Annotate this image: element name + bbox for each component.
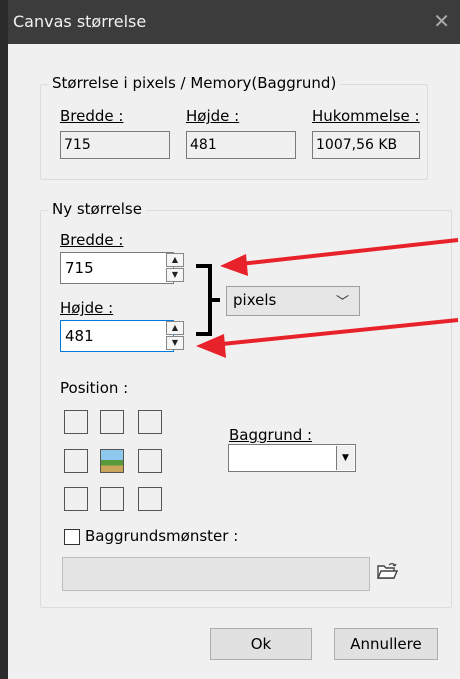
current-width-field: 715 [60,131,170,159]
spin-up-icon[interactable]: ▲ [166,321,184,335]
current-height-field: 481 [186,131,296,159]
position-bottom-center[interactable] [100,487,124,511]
current-size-legend: Størrelse i pixels / Memory(Baggrund) [48,74,341,92]
canvas-size-dialog: Canvas størrelse ✕ Størrelse i pixels / … [8,0,460,679]
chevron-down-icon: ﹀ [335,295,349,310]
dropdown-arrow-icon[interactable]: ▼ [336,446,354,470]
position-label: Position : [60,379,129,397]
unit-select[interactable]: pixels ﹀ [226,286,360,316]
cancel-button[interactable]: Annullere [334,628,438,660]
new-width-input[interactable]: 715 [60,252,174,284]
new-height-input[interactable]: 481 [60,320,174,352]
spin-down-icon[interactable]: ▼ [166,336,184,350]
ok-button[interactable]: Ok [210,628,312,660]
background-label: Baggrund : [229,426,313,444]
position-middle-right[interactable] [138,449,162,473]
background-select[interactable]: ▼ [228,444,356,472]
window-title: Canvas størrelse [13,12,147,31]
current-width-label: Bredde : [60,107,124,125]
open-folder-icon[interactable] [376,562,399,587]
position-middle-left[interactable] [64,449,88,473]
pattern-path-field[interactable] [62,557,370,591]
position-center-image-icon[interactable] [100,449,124,473]
position-bottom-right[interactable] [138,487,162,511]
position-top-left[interactable] [64,410,88,434]
spin-down-icon[interactable]: ▼ [166,268,184,282]
new-width-spinner[interactable]: ▲ ▼ [166,253,186,283]
current-height-label: Højde : [186,107,240,125]
title-bar: Canvas størrelse ✕ [8,0,460,44]
close-icon[interactable]: ✕ [433,9,450,33]
position-bottom-left[interactable] [64,487,88,511]
new-height-label: Højde : [60,299,114,317]
pattern-label: Baggrundsmønster : [85,527,239,545]
unit-select-value: pixels [233,291,277,309]
spin-up-icon[interactable]: ▲ [166,253,184,267]
position-top-center[interactable] [100,410,124,434]
new-height-spinner[interactable]: ▲ ▼ [166,321,186,351]
pattern-checkbox[interactable] [64,529,80,545]
memory-field: 1007,56 KB [312,131,420,159]
new-size-legend: Ny størrelse [48,200,146,218]
memory-label: Hukommelse : [312,107,420,125]
position-top-right[interactable] [138,410,162,434]
new-width-label: Bredde : [60,231,124,249]
